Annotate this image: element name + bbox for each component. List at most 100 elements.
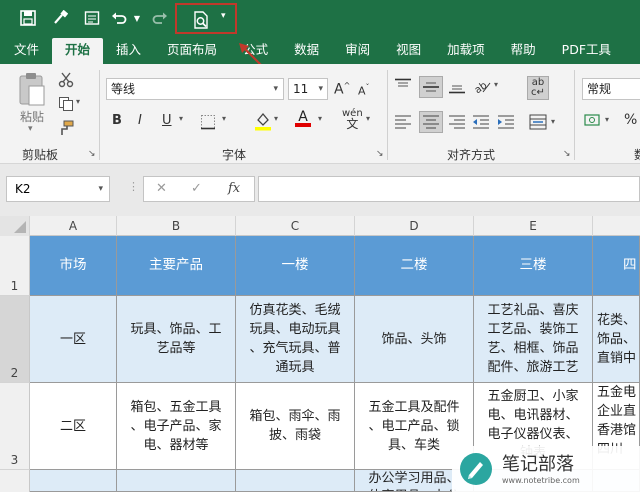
column-header-f[interactable] (593, 216, 640, 236)
column-header-b[interactable]: B (117, 216, 236, 236)
table-cell[interactable]: 一区 (30, 296, 117, 383)
paste-dropdown-icon[interactable]: ▾ (28, 124, 33, 134)
align-middle-icon[interactable] (419, 76, 443, 98)
orientation-icon[interactable]: ab (472, 77, 492, 99)
table-header-cell[interactable]: 四 (593, 236, 640, 296)
table-cell[interactable] (236, 470, 355, 492)
name-box-splitter-icon[interactable]: ⋮ (128, 180, 139, 193)
row-header-2[interactable]: 2 (0, 296, 30, 383)
enter-icon[interactable]: ✓ (191, 181, 202, 196)
merge-dropdown-icon[interactable]: ▾ (551, 117, 555, 126)
table-cell[interactable]: 箱包、五金工具 、电子产品、家 电、器材等 (117, 383, 236, 470)
table-cell[interactable] (117, 470, 236, 492)
increase-indent-icon[interactable] (497, 114, 515, 134)
tab-review[interactable]: 审阅 (332, 38, 383, 64)
column-header-a[interactable]: A (30, 216, 117, 236)
underline-dropdown-icon[interactable]: ▾ (179, 114, 183, 123)
tab-view[interactable]: 视图 (383, 38, 434, 64)
grow-font-button[interactable]: A^ (334, 81, 350, 98)
insert-function-icon[interactable]: fx (228, 181, 240, 196)
undo-icon[interactable] (108, 2, 130, 34)
chevron-down-icon[interactable]: ▾ (98, 177, 103, 201)
shrink-font-button[interactable]: Aˇ (358, 83, 370, 98)
table-header-cell[interactable]: 市场 (30, 236, 117, 296)
column-header-c[interactable]: C (236, 216, 355, 236)
tab-file[interactable]: 文件 (0, 38, 52, 64)
row-header-3[interactable]: 3 (0, 383, 30, 470)
format-painter-ribbon-icon[interactable] (56, 120, 76, 140)
table-cell[interactable]: 饰品、头饰 (355, 296, 474, 383)
save-icon[interactable] (12, 2, 44, 34)
table-cell[interactable] (30, 470, 117, 492)
table-cell[interactable]: 花类、 饰品、 直销中 (593, 296, 640, 383)
copy-icon[interactable] (56, 96, 76, 116)
tab-home[interactable]: 开始 (52, 38, 104, 64)
italic-button[interactable]: I (138, 113, 142, 128)
font-name-value: 等线 (111, 82, 136, 96)
font-size-select[interactable]: 11 ▾ (288, 78, 328, 100)
underline-button[interactable]: U (162, 113, 172, 128)
table-cell[interactable]: 二区 (30, 383, 117, 470)
align-right-icon[interactable] (448, 114, 466, 134)
wrap-text-icon[interactable]: ab c↵ (527, 76, 549, 100)
font-launcher-icon[interactable]: ↘ (376, 149, 384, 159)
number-format-select[interactable]: 常规 (582, 78, 640, 100)
orientation-dropdown-icon[interactable]: ▾ (494, 80, 498, 89)
font-color-dropdown-icon[interactable]: ▾ (318, 114, 322, 123)
row-header-1[interactable]: 1 (0, 236, 30, 296)
column-header-e[interactable]: E (474, 216, 593, 236)
name-box[interactable]: K2 ▾ (6, 176, 110, 202)
select-all-corner[interactable] (0, 216, 30, 236)
column-header-d[interactable]: D (355, 216, 474, 236)
watermark-title: 笔记部落 (502, 453, 574, 475)
phonetic-dropdown-icon[interactable]: ▾ (366, 114, 370, 123)
tab-help[interactable]: 帮助 (498, 38, 549, 64)
accounting-format-icon[interactable] (584, 112, 604, 134)
font-name-select[interactable]: 等线 ▾ (106, 78, 284, 100)
table-cell[interactable]: 玩具、饰品、工 艺品等 (117, 296, 236, 383)
redo-icon[interactable] (144, 2, 176, 34)
paste-label[interactable]: 粘贴 (14, 108, 50, 125)
table-header-cell[interactable]: 三楼 (474, 236, 593, 296)
paste-icon[interactable] (16, 72, 48, 112)
form-icon[interactable] (76, 2, 108, 34)
cancel-icon[interactable]: ✕ (156, 181, 167, 196)
table-cell[interactable]: 仿真花类、毛绒 玩具、电动玩具 、充气玩具、普 通玩具 (236, 296, 355, 383)
align-left-icon[interactable] (394, 114, 412, 134)
bold-button[interactable]: B (112, 113, 122, 128)
align-center-icon[interactable] (419, 111, 443, 133)
alignment-launcher-icon[interactable]: ↘ (563, 149, 571, 159)
format-painter-icon[interactable] (44, 2, 76, 34)
border-dropdown-icon[interactable]: ▾ (222, 114, 226, 123)
table-cell[interactable]: 工艺礼品、喜庆 工艺品、装饰工 艺、相框、饰品 配件、旅游工艺 (474, 296, 593, 383)
undo-dropdown-icon[interactable]: ▼ (130, 2, 144, 34)
row-header-4[interactable] (0, 470, 30, 492)
customize-qat-icon[interactable]: ▾ (221, 11, 226, 21)
tab-pdf-tools[interactable]: PDF工具 (549, 38, 624, 64)
border-icon[interactable] (200, 114, 216, 134)
percent-icon[interactable]: % (624, 112, 637, 128)
fill-color-icon[interactable] (254, 111, 272, 135)
tab-page-layout[interactable]: 页面布局 (154, 38, 230, 64)
print-preview-icon[interactable] (191, 10, 211, 30)
align-top-icon[interactable] (394, 78, 412, 98)
accounting-dropdown-icon[interactable]: ▾ (605, 115, 609, 124)
phonetic-guide-button[interactable]: wén 文 (342, 108, 363, 131)
copy-dropdown-icon[interactable]: ▾ (76, 97, 80, 106)
tab-add-ins[interactable]: 加载项 (434, 38, 498, 64)
cut-icon[interactable] (56, 72, 76, 92)
table-header-cell[interactable]: 二楼 (355, 236, 474, 296)
table-header-cell[interactable]: 主要产品 (117, 236, 236, 296)
table-cell[interactable]: 箱包、雨伞、雨 披、雨袋 (236, 383, 355, 470)
align-bottom-icon[interactable] (448, 78, 466, 98)
merge-center-icon[interactable] (529, 114, 547, 134)
clipboard-launcher-icon[interactable]: ↘ (88, 149, 96, 159)
alignment-group-label: 对齐方式 (447, 148, 496, 162)
tab-data[interactable]: 数据 (281, 38, 332, 64)
fill-color-dropdown-icon[interactable]: ▾ (274, 114, 278, 123)
font-color-button[interactable]: A (295, 109, 311, 127)
tab-insert[interactable]: 插入 (103, 38, 154, 64)
decrease-indent-icon[interactable] (472, 114, 490, 134)
formula-input[interactable] (258, 176, 640, 202)
table-header-cell[interactable]: 一楼 (236, 236, 355, 296)
